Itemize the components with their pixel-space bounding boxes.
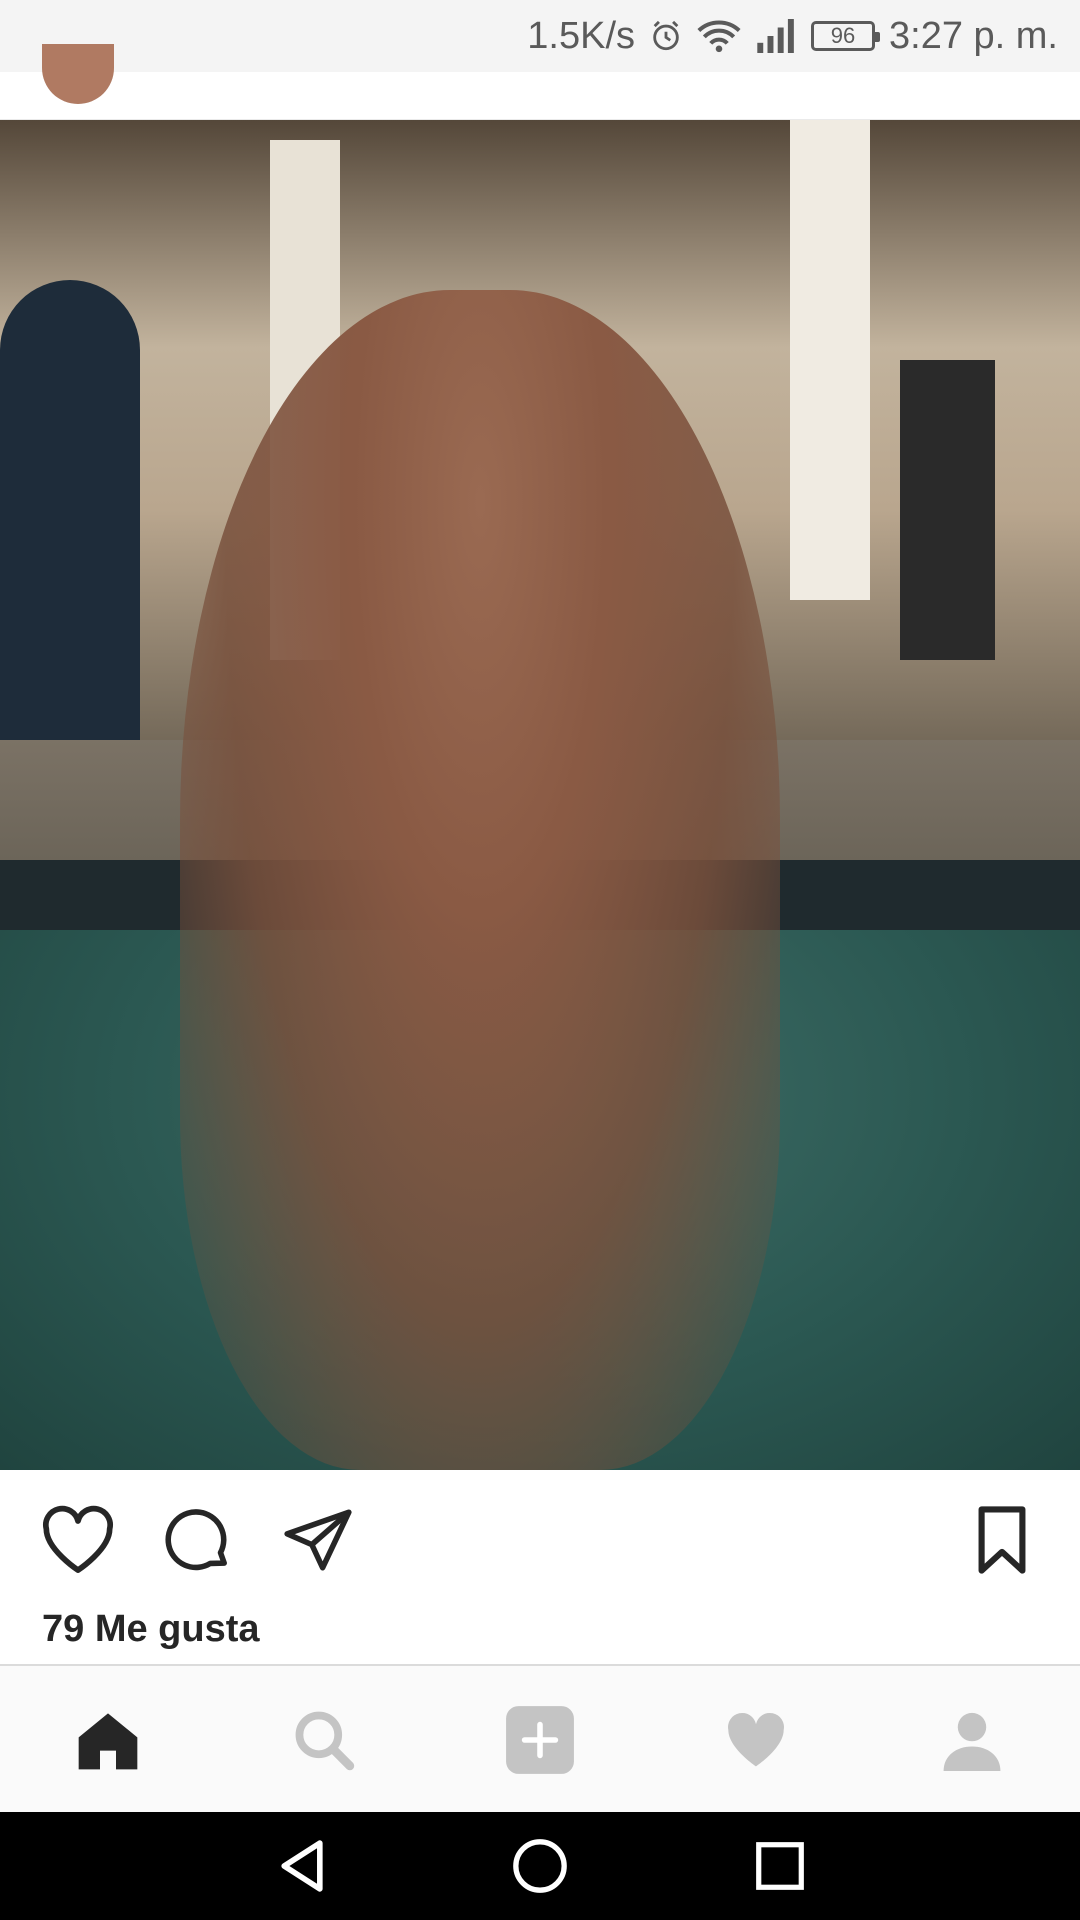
battery-level: 96 [830, 23, 856, 48]
likes-count[interactable]: 79 Me gusta [42, 1608, 260, 1651]
alarm-icon [649, 19, 683, 53]
battery-icon: 96 [811, 21, 881, 51]
photo-person [180, 290, 780, 1470]
photo-door [900, 360, 995, 660]
photo-arch-door [0, 280, 140, 760]
photo-pillar [790, 120, 870, 600]
bottom-nav [0, 1664, 1080, 1812]
post-photo[interactable] [0, 120, 1080, 1470]
profile-icon[interactable] [932, 1700, 1012, 1780]
activity-heart-icon[interactable] [716, 1700, 796, 1780]
post-header [0, 44, 1080, 120]
comment-icon[interactable] [156, 1498, 240, 1582]
share-icon[interactable] [276, 1498, 360, 1582]
like-heart-icon[interactable] [36, 1498, 120, 1582]
home-circle-icon[interactable] [510, 1836, 570, 1896]
clock: 3:27 p. m. [889, 14, 1058, 57]
search-icon[interactable] [284, 1700, 364, 1780]
recents-icon[interactable] [750, 1836, 810, 1896]
wifi-icon [697, 19, 741, 53]
add-post-icon[interactable] [500, 1700, 580, 1780]
bookmark-icon[interactable] [960, 1498, 1044, 1582]
android-nav-bar [0, 1812, 1080, 1920]
post-actions [0, 1470, 1080, 1610]
back-icon[interactable] [272, 1836, 332, 1896]
avatar[interactable] [42, 44, 114, 104]
home-icon[interactable] [68, 1700, 148, 1780]
network-speed: 1.5K/s [527, 14, 636, 57]
signal-icon [755, 19, 797, 53]
status-bar: 1.5K/s 96 3:27 p. m. [0, 0, 1080, 72]
